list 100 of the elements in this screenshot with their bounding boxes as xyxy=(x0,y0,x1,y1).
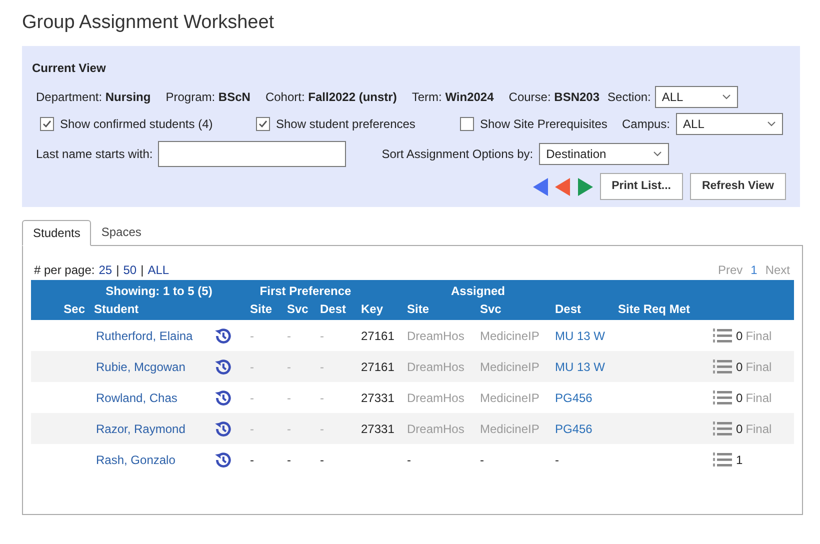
numbered-list-icon[interactable] xyxy=(713,358,733,374)
table-cell-text: MedicineIP xyxy=(479,390,540,406)
separator-text: | xyxy=(116,262,120,279)
table-cell-text: - xyxy=(249,420,255,438)
group-header: Assigned xyxy=(450,282,506,300)
checkbox[interactable] xyxy=(256,117,270,131)
requirement-count: 0 xyxy=(736,328,743,344)
view-field: Department: Nursing xyxy=(36,88,151,106)
history-icon[interactable] xyxy=(213,418,233,438)
history-icon[interactable] xyxy=(213,356,233,376)
table-cell-text: - xyxy=(249,452,255,468)
table-cell-text: 27331 xyxy=(360,420,396,438)
table-cell-text: - xyxy=(406,452,412,468)
student-link[interactable]: Rash, Gonzalo xyxy=(91,450,213,468)
view-field: Term: Win2024 xyxy=(412,88,494,106)
table-cell-text: - xyxy=(286,420,292,438)
table-cell-text: 27161 xyxy=(360,358,396,376)
table-cell-text: DreamHos xyxy=(406,390,466,406)
left-triangle-icon[interactable] xyxy=(532,178,549,196)
panel-button[interactable]: Refresh View xyxy=(690,173,786,200)
sort-select[interactable]: Destination xyxy=(539,143,670,165)
chevron-down-icon xyxy=(722,94,731,100)
numbered-list-icon[interactable] xyxy=(713,390,733,406)
column-header: Site xyxy=(249,300,274,318)
table-cell-text: - xyxy=(319,452,325,468)
view-field: Cohort: Fall2022 (unstr) xyxy=(265,88,397,106)
table-cell-text: - xyxy=(286,328,292,344)
status-text: Final xyxy=(746,390,772,406)
requirement-count: 0 xyxy=(736,358,743,376)
chevron-down-icon xyxy=(653,151,662,157)
numbered-list-icon[interactable] xyxy=(713,420,733,436)
tab[interactable]: Students xyxy=(22,220,92,246)
column-header: Svc xyxy=(479,300,502,318)
history-icon[interactable] xyxy=(213,388,233,408)
history-icon[interactable] xyxy=(213,450,233,470)
per-page-link[interactable]: 50 xyxy=(123,261,137,279)
table-cell-text: MedicineIP xyxy=(479,358,540,376)
student-link[interactable]: Rubie, Mcgowan xyxy=(91,358,213,376)
requirement-count: 0 xyxy=(736,420,743,438)
per-page-label: # per page: xyxy=(34,262,95,279)
checkbox[interactable] xyxy=(40,117,54,131)
table-cell-text: - xyxy=(249,328,255,344)
tab[interactable]: Spaces xyxy=(91,219,152,245)
panel-button[interactable]: Print List... xyxy=(600,173,683,200)
per-page-link[interactable]: ALL xyxy=(148,261,170,279)
checkbox-label: Show Site Prerequisites xyxy=(480,116,608,133)
destination-link[interactable]: PG456 xyxy=(552,388,615,406)
table-cell-text: - xyxy=(286,390,292,406)
status-text: Final xyxy=(746,358,772,376)
left-triangle-icon[interactable] xyxy=(554,178,571,196)
table-cell-text: - xyxy=(479,452,485,468)
column-header: Dest xyxy=(319,300,348,318)
column-header: Svc xyxy=(286,300,310,318)
table-cell-text: MedicineIP xyxy=(479,420,540,438)
numbered-list-icon[interactable] xyxy=(713,452,733,468)
checkbox-label: Show confirmed students (4) xyxy=(60,116,213,133)
group-header: First Preference xyxy=(258,282,352,300)
section-select[interactable]: ALL xyxy=(654,86,738,108)
table-cell-text: DreamHos xyxy=(406,358,466,376)
column-header: Sec xyxy=(62,300,86,318)
student-link[interactable]: Razor, Raymond xyxy=(91,420,213,438)
sort-label: Sort Assignment Options by: xyxy=(382,146,534,163)
table-cell-text: MedicineIP xyxy=(479,328,540,344)
table-cell-text: - xyxy=(286,452,292,468)
page-number-link[interactable]: 1 xyxy=(750,261,758,279)
destination-link[interactable]: PG456 xyxy=(552,420,615,438)
destination-link[interactable]: MU 13 W xyxy=(552,358,615,376)
history-icon[interactable] xyxy=(213,326,233,346)
page-title: Group Assignment Worksheet xyxy=(21,11,276,35)
table-cell-text: - xyxy=(319,420,325,438)
view-field: Program: BScN xyxy=(166,88,250,106)
column-header: Site xyxy=(406,300,430,318)
table-cell-text: - xyxy=(319,358,325,376)
campus-select[interactable]: ALL xyxy=(676,113,784,135)
destination-link[interactable]: MU 13 W xyxy=(552,326,615,344)
last-name-label: Last name starts with: xyxy=(36,146,153,163)
requirement-count: 0 xyxy=(736,390,743,406)
table-cell-text: - xyxy=(286,358,292,376)
numbered-list-icon[interactable] xyxy=(713,328,733,344)
table-cell-text: - xyxy=(319,328,325,344)
destination-link[interactable]: - xyxy=(552,450,615,468)
column-header: Dest xyxy=(554,300,582,318)
checkbox-label: Show student preferences xyxy=(276,116,416,133)
panel-heading: Current View xyxy=(32,60,107,77)
campus-label: Campus: xyxy=(622,116,670,133)
student-link[interactable]: Rutherford, Elaina xyxy=(91,326,213,344)
per-page-link[interactable]: 25 xyxy=(98,261,112,279)
separator-text: | xyxy=(140,262,144,279)
student-link[interactable]: Rowland, Chas xyxy=(91,388,213,406)
checkmark-icon xyxy=(42,119,52,129)
last-name-input[interactable] xyxy=(158,141,346,167)
table-cell-text: - xyxy=(319,390,325,406)
requirement-count: 1 xyxy=(736,452,743,468)
checkbox[interactable] xyxy=(460,117,474,131)
column-header: Site Req Met xyxy=(617,300,692,318)
table-cell-text: - xyxy=(249,390,255,406)
column-header: Student xyxy=(93,300,140,318)
table-cell-text: 27331 xyxy=(360,390,396,406)
right-triangle-icon[interactable] xyxy=(576,178,593,196)
status-text: Final xyxy=(746,328,772,344)
